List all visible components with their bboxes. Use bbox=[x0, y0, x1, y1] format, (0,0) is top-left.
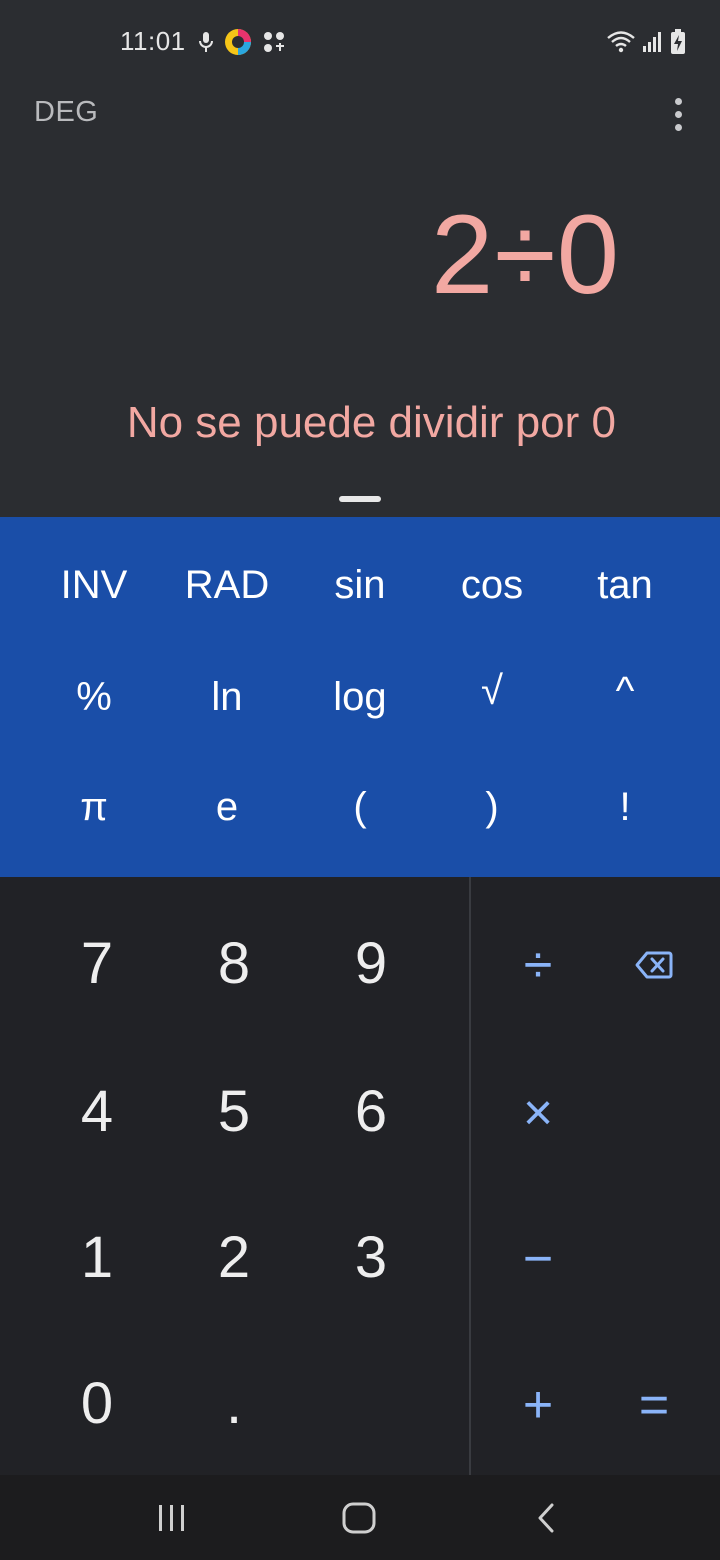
home-icon bbox=[342, 1502, 376, 1534]
ln-button[interactable]: ln bbox=[161, 647, 293, 747]
recent-apps-icon bbox=[159, 1505, 184, 1531]
battery-charging-icon bbox=[671, 29, 685, 54]
more-vert-icon bbox=[674, 97, 682, 105]
digit-6-button[interactable]: 6 bbox=[306, 1046, 436, 1176]
plus-button[interactable]: + bbox=[483, 1345, 593, 1465]
digit-7-button[interactable]: 7 bbox=[32, 898, 162, 1028]
backspace-button[interactable] bbox=[599, 905, 709, 1025]
panel-drag-handle[interactable] bbox=[339, 496, 381, 502]
decimal-point-button[interactable]: . bbox=[169, 1338, 299, 1468]
angle-mode-label: DEG bbox=[34, 96, 99, 128]
log-button[interactable]: log bbox=[294, 647, 426, 747]
back-icon bbox=[538, 1503, 554, 1533]
signal-icon bbox=[643, 32, 661, 52]
status-notification-icons bbox=[198, 28, 286, 56]
percent-button[interactable]: % bbox=[28, 647, 160, 747]
dots-app-icon bbox=[264, 32, 284, 52]
sqrt-button[interactable]: √ bbox=[426, 641, 558, 741]
power-button[interactable]: ^ bbox=[559, 641, 691, 741]
error-message: No se puede dividir por 0 bbox=[126, 398, 616, 447]
back-button[interactable] bbox=[516, 1493, 576, 1543]
tan-button[interactable]: tan bbox=[559, 535, 691, 635]
sin-button[interactable]: sin bbox=[294, 535, 426, 635]
colorful-app-icon bbox=[225, 29, 251, 55]
close-paren-button[interactable]: ) bbox=[426, 757, 558, 857]
digit-4-button[interactable]: 4 bbox=[32, 1046, 162, 1176]
rad-button[interactable]: RAD bbox=[161, 535, 293, 635]
navigation-bar bbox=[0, 1475, 720, 1560]
scientific-panel: INV RAD sin cos tan % ln log √ ^ π e ( )… bbox=[0, 517, 720, 877]
operator-pad: ÷ × − + = bbox=[469, 877, 720, 1475]
cos-button[interactable]: cos bbox=[426, 535, 558, 635]
wifi-icon bbox=[607, 31, 635, 53]
digit-8-button[interactable]: 8 bbox=[169, 898, 299, 1028]
status-system-icons bbox=[606, 28, 686, 56]
minus-button[interactable]: − bbox=[483, 1199, 593, 1319]
equals-button[interactable]: = bbox=[599, 1345, 709, 1465]
number-pad: 7 8 9 4 5 6 1 2 3 0 . bbox=[0, 877, 469, 1475]
more-options-button[interactable] bbox=[660, 94, 696, 134]
pi-button[interactable]: π bbox=[28, 757, 160, 857]
digit-3-button[interactable]: 3 bbox=[306, 1192, 436, 1322]
home-button[interactable] bbox=[329, 1493, 389, 1543]
factorial-button[interactable]: ! bbox=[559, 757, 691, 857]
inv-button[interactable]: INV bbox=[28, 535, 160, 635]
recent-apps-button[interactable] bbox=[142, 1493, 202, 1543]
digit-1-button[interactable]: 1 bbox=[32, 1192, 162, 1322]
status-bar: 11:01 bbox=[0, 0, 720, 82]
digit-0-button[interactable]: 0 bbox=[32, 1338, 162, 1468]
backspace-icon bbox=[635, 951, 673, 979]
expression-display[interactable]: 2÷0 bbox=[431, 190, 620, 319]
divide-button[interactable]: ÷ bbox=[483, 905, 593, 1025]
e-button[interactable]: e bbox=[161, 757, 293, 857]
open-paren-button[interactable]: ( bbox=[294, 757, 426, 857]
status-time: 11:01 bbox=[120, 26, 186, 56]
mic-icon bbox=[199, 32, 213, 52]
digit-5-button[interactable]: 5 bbox=[169, 1046, 299, 1176]
digit-2-button[interactable]: 2 bbox=[169, 1192, 299, 1322]
multiply-button[interactable]: × bbox=[483, 1053, 593, 1173]
digit-9-button[interactable]: 9 bbox=[306, 898, 436, 1028]
